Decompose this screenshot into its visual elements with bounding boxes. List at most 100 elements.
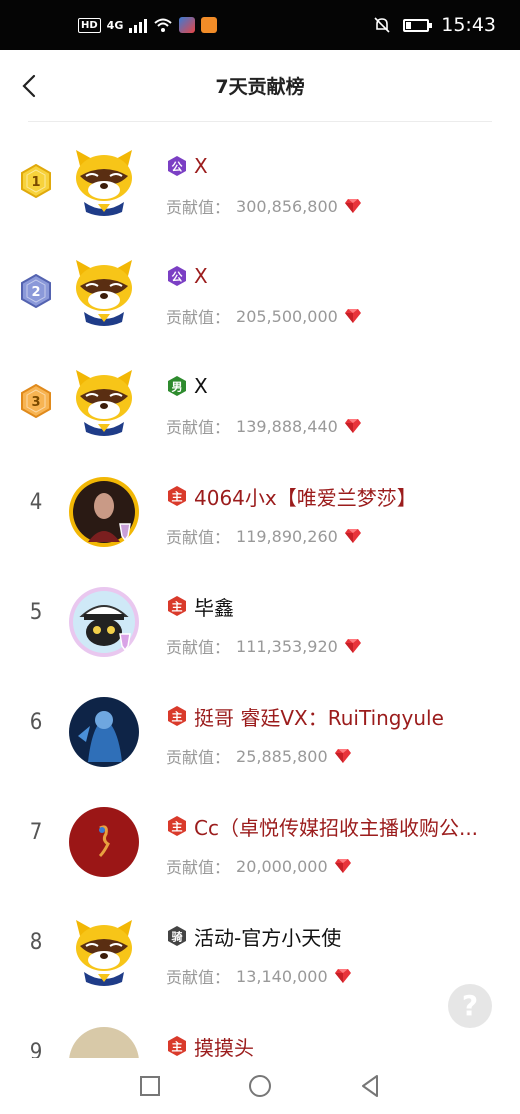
user-name: 挺哥 睿廷VX：RuiTingyule: [194, 705, 444, 730]
ruby-gem-icon: [344, 308, 362, 324]
avatar[interactable]: [68, 476, 140, 548]
ranking-row[interactable]: 8 骑活动-官方小天使贡献值： 13,140,000: [0, 892, 520, 1002]
status-bar: HD 4G 15:43: [0, 0, 520, 50]
recent-apps-button[interactable]: [135, 1071, 165, 1101]
user-name: Cc（卓悦传媒招收主播收购公...: [194, 815, 479, 840]
clock: 15:43: [441, 14, 496, 36]
network-type: 4G: [106, 18, 124, 32]
ranking-row[interactable]: 7 主 Cc（卓悦传媒招收主播收购公... 贡献值： 20,000,000: [0, 782, 520, 892]
svg-text:主: 主: [172, 1040, 183, 1054]
user-name: 活动-官方小天使: [194, 925, 342, 950]
avatar[interactable]: [68, 256, 140, 328]
ranking-row[interactable]: 6 主挺哥 睿廷VX：RuiTingyule 贡献值： 25,885,800: [0, 672, 520, 782]
avatar[interactable]: [68, 146, 140, 218]
score-line: 贡献值： 205,500,000: [166, 304, 362, 328]
question-icon: ?: [461, 989, 479, 1022]
role-badge-icon: 公: [166, 265, 188, 287]
score-value: 20,000,000: [236, 856, 328, 876]
page-header: 7天贡献榜: [0, 50, 520, 122]
rank-number: 7: [29, 820, 43, 845]
score-label: 贡献值：: [166, 858, 231, 877]
ruby-gem-icon: [344, 528, 362, 544]
rank-number: 8: [29, 930, 43, 955]
ranking-row[interactable]: 9 主摸摸头: [0, 1002, 520, 1058]
ranking-row[interactable]: 1 公 X 贡献值： 300,856,800: [0, 122, 520, 232]
avatar[interactable]: [68, 1026, 140, 1058]
status-right: 15:43: [373, 14, 496, 36]
user-name: 4064小x【唯爱兰梦莎】: [194, 485, 417, 510]
name-line: 公X: [166, 152, 500, 180]
svg-text:骑: 骑: [172, 930, 183, 944]
user-name: 摸摸头: [194, 1035, 254, 1059]
ruby-gem-icon: [344, 198, 362, 214]
name-line: 主 Cc（卓悦传媒招收主播收购公...: [166, 812, 500, 840]
role-badge-icon: 主: [166, 485, 188, 507]
user-name: X: [194, 154, 208, 178]
score-label: 贡献值：: [166, 418, 231, 437]
score-label: 贡献值：: [166, 528, 231, 547]
svg-text:主: 主: [172, 710, 183, 724]
name-line: 主摸摸头: [166, 1032, 500, 1058]
ruby-gem-icon: [334, 858, 352, 874]
name-line: 男X: [166, 372, 500, 400]
role-badge-icon: 主: [166, 815, 188, 837]
svg-text:2: 2: [31, 285, 40, 300]
mute-bell-icon: [374, 17, 390, 33]
score-line: 贡献值： 300,856,800: [166, 194, 362, 218]
name-line: 公X: [166, 262, 500, 290]
silver-medal-icon: 2: [20, 273, 52, 309]
svg-text:主: 主: [172, 490, 183, 504]
rank-number: 5: [29, 600, 43, 625]
contribution-ranking-screen: HD 4G 15:43 7天贡献榜 1 公 X 贡献值： 300,856,800…: [0, 0, 520, 1114]
score-line: 贡献值： 20,000,000: [166, 854, 352, 878]
user-name: X: [194, 264, 208, 288]
ranking-row[interactable]: 4 主 4064小x【唯爱兰梦莎】 贡献值： 119,890,260: [0, 452, 520, 562]
avatar[interactable]: [68, 586, 140, 658]
ranking-row[interactable]: 5 主毕鑫贡献值： 111,353,920: [0, 562, 520, 672]
back-button[interactable]: [355, 1071, 385, 1101]
rank-number: 9: [29, 1040, 43, 1058]
help-button[interactable]: ?: [448, 984, 492, 1028]
bronze-medal-icon: 3: [20, 383, 52, 419]
role-badge-icon: 主: [166, 595, 188, 617]
name-line: 主毕鑫: [166, 592, 500, 620]
score-label: 贡献值：: [166, 968, 231, 987]
role-badge-icon: 主: [166, 1035, 188, 1057]
score-label: 贡献值：: [166, 638, 231, 657]
avatar[interactable]: [68, 696, 140, 768]
battery-icon: [403, 18, 433, 32]
score-label: 贡献值：: [166, 308, 231, 327]
svg-text:1: 1: [31, 175, 40, 190]
score-value: 111,353,920: [236, 636, 338, 656]
wifi-icon: [154, 18, 173, 32]
avatar[interactable]: [68, 806, 140, 878]
role-badge-icon: 主: [166, 705, 188, 727]
score-value: 139,888,440: [236, 416, 338, 436]
role-badge-icon: 男: [166, 375, 188, 397]
user-name: X: [194, 374, 208, 398]
rank-number: 4: [29, 490, 43, 515]
ranking-row[interactable]: 3 男 X 贡献值： 139,888,440: [0, 342, 520, 452]
ruby-gem-icon: [334, 968, 352, 984]
svg-text:男: 男: [172, 381, 183, 394]
hd-indicator: HD: [78, 17, 101, 33]
name-line: 主挺哥 睿廷VX：RuiTingyule: [166, 702, 500, 730]
name-line: 骑活动-官方小天使: [166, 922, 500, 950]
svg-text:公: 公: [172, 161, 183, 174]
video-app-notification-icon: [201, 17, 218, 33]
role-badge-icon: 骑: [166, 925, 188, 947]
score-line: 贡献值： 25,885,800: [166, 744, 352, 768]
page-title: 7天贡献榜: [215, 76, 305, 98]
avatar[interactable]: [68, 366, 140, 438]
app-notification-icon: [179, 17, 196, 33]
score-line: 贡献值： 13,140,000: [166, 964, 352, 988]
home-button[interactable]: [245, 1071, 275, 1101]
score-label: 贡献值：: [166, 748, 231, 767]
avatar[interactable]: [68, 916, 140, 988]
svg-text:主: 主: [172, 820, 183, 834]
svg-text:主: 主: [172, 600, 183, 614]
ranking-row[interactable]: 2 公 X 贡献值： 205,500,000: [0, 232, 520, 342]
ruby-gem-icon: [344, 418, 362, 434]
svg-text:3: 3: [31, 395, 40, 410]
gold-medal-icon: 1: [20, 163, 52, 199]
